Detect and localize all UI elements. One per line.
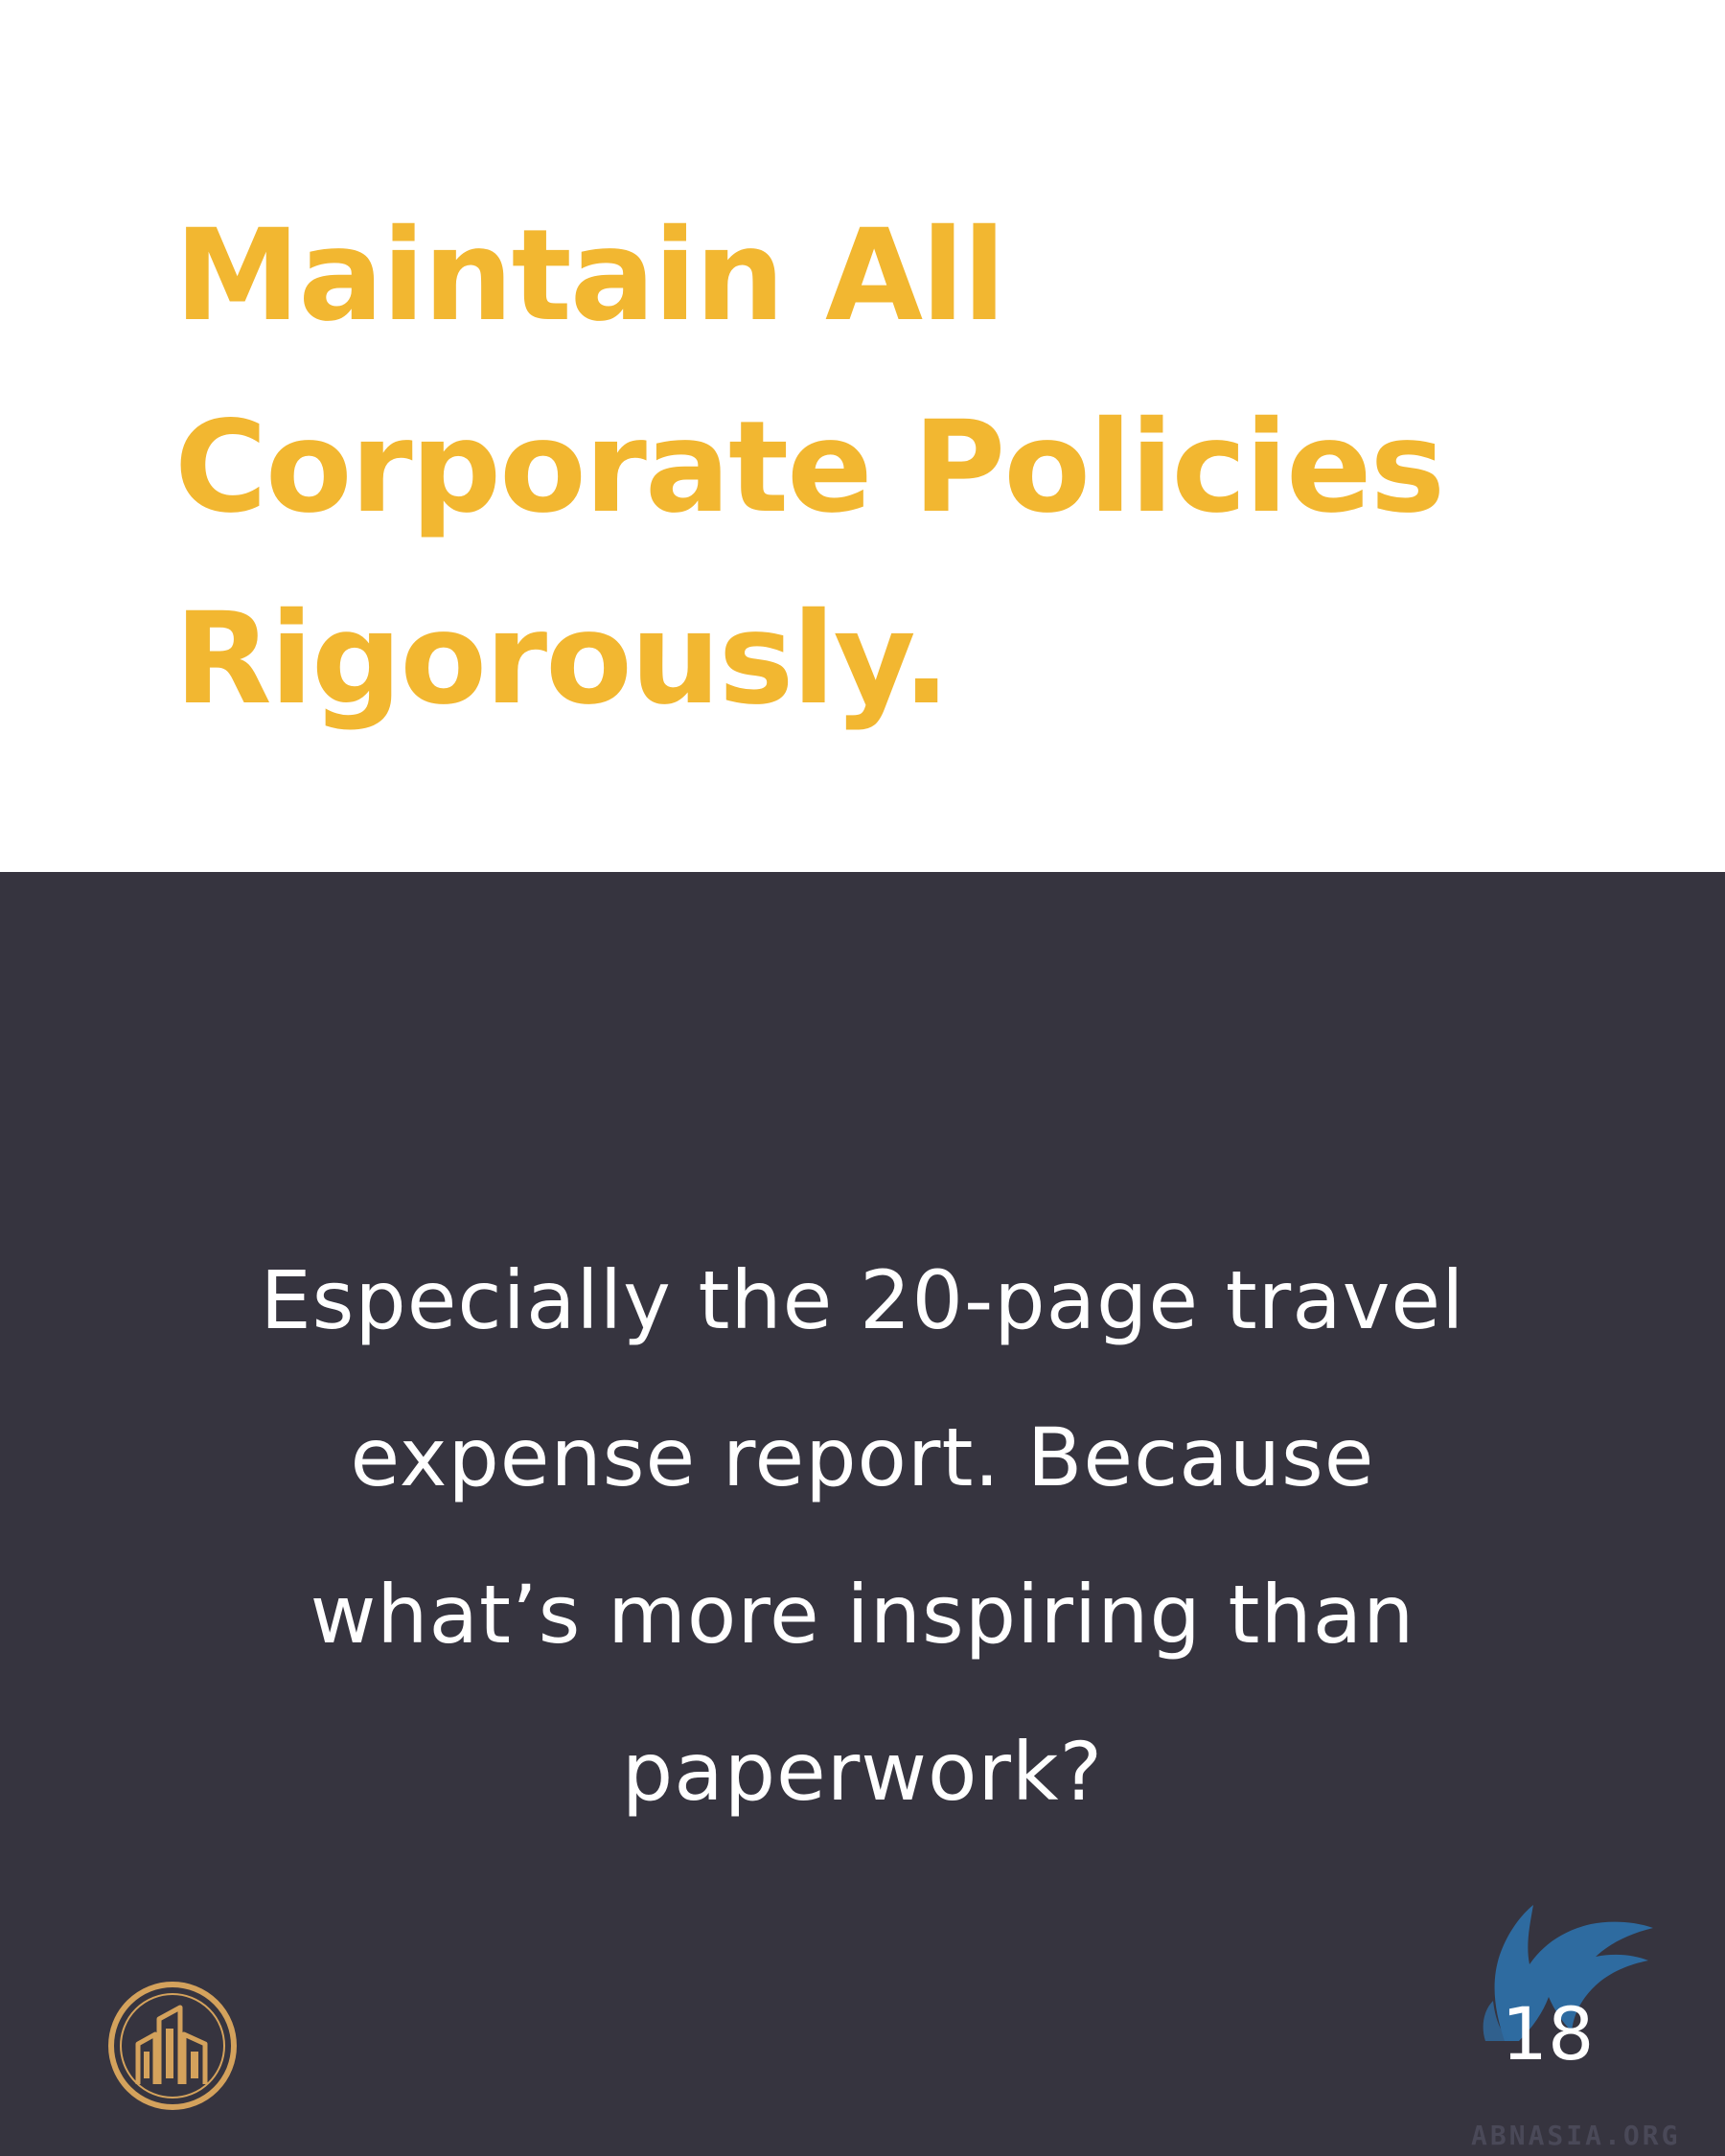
body-line-3: what’s more inspiring than	[310, 1568, 1415, 1662]
body-line-4: paperwork?	[621, 1725, 1104, 1819]
headline: Maintain All Corporate Policies Rigorous…	[174, 180, 1612, 755]
headline-line-3: Rigorously.	[174, 585, 951, 733]
headline-line-2: Corporate Policies	[174, 394, 1445, 541]
body-line-2: expense report. Because	[350, 1411, 1375, 1504]
headline-section: Maintain All Corporate Policies Rigorous…	[0, 0, 1725, 872]
headline-line-1: Maintain All	[174, 202, 1006, 350]
body-text: Especially the 20-page travel expense re…	[144, 1222, 1581, 1850]
body-section: Especially the 20-page travel expense re…	[0, 872, 1725, 2156]
gold-buildings-logo-icon	[108, 1982, 237, 2110]
page-number: 18	[1501, 1991, 1595, 2076]
watermark-text: ABNASIA.ORG	[1471, 2120, 1681, 2151]
body-line-1: Especially the 20-page travel	[260, 1253, 1465, 1347]
slide-page: Maintain All Corporate Policies Rigorous…	[0, 0, 1725, 2156]
